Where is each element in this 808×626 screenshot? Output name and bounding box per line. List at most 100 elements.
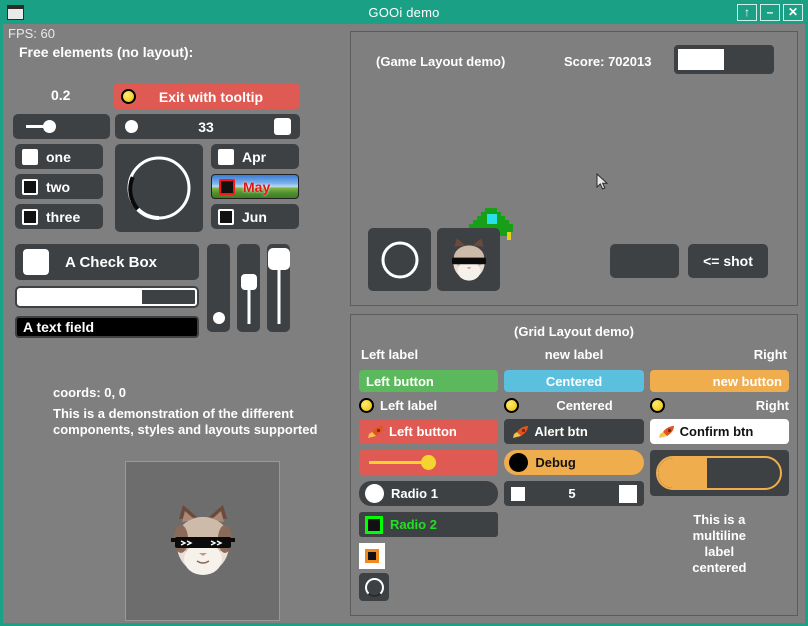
checkbox-icon[interactable] [23, 249, 49, 275]
rocket-icon [513, 425, 529, 438]
monthbutton-label: Apr [242, 148, 267, 165]
bullet-label: Right [755, 398, 789, 413]
stepper-decrement-icon[interactable] [511, 486, 526, 501]
slider-knob[interactable] [43, 120, 56, 133]
grid-left-button[interactable]: Left button [359, 370, 499, 392]
checkbox-icon[interactable] [22, 208, 38, 225]
maximize-button[interactable]: ↑ [737, 3, 757, 21]
game-panel-title: (Game Layout demo) [376, 54, 506, 69]
spinner-value: 33 [198, 118, 214, 135]
toggle-track[interactable] [656, 456, 783, 490]
bullet-icon [121, 89, 136, 104]
grumpy-cat-sunglasses-image [170, 505, 235, 575]
circle-swatch-icon [364, 577, 384, 597]
grid-alert-button[interactable]: Alert btn [504, 419, 644, 444]
checkbox-icon[interactable] [218, 148, 234, 165]
grid-circle-swatch-button[interactable] [359, 573, 389, 601]
progress-track [17, 288, 197, 306]
free-elements-label: Free elements (no layout): [19, 44, 194, 60]
checkbox-icon[interactable] [219, 178, 235, 195]
grid-debug-toggle[interactable]: Debug [504, 450, 644, 475]
checkbox-icon[interactable] [22, 178, 38, 195]
grid-spacer-cell [504, 512, 643, 537]
vslider-handle[interactable] [212, 312, 225, 324]
a-check-box[interactable]: A Check Box [15, 244, 199, 280]
minimize-button[interactable]: – [760, 3, 780, 21]
grid-stepper[interactable]: 5 [504, 481, 644, 506]
exit-button-label: Exit with tooltip [158, 88, 264, 105]
grid-square-swatch-button[interactable] [359, 543, 385, 569]
stepper-value: 5 [568, 486, 576, 501]
game-progress-bar [674, 45, 774, 74]
vslider-handle[interactable] [240, 274, 257, 290]
circular-knob[interactable] [115, 144, 203, 232]
knob-arc-icon [127, 156, 191, 220]
vslider-2[interactable] [237, 244, 260, 332]
checkbutton-label: three [46, 208, 81, 225]
grid-rocket-left-button[interactable]: Left button [359, 419, 499, 444]
grid-radio-1-label: Radio 1 [391, 486, 438, 501]
description-label: This is a demonstration of the different… [53, 406, 318, 437]
bullet-label: Centered [556, 398, 613, 413]
mouse-cursor-icon [596, 173, 608, 190]
grid-radio-2[interactable]: Radio 2 [359, 512, 499, 537]
horizontal-slider[interactable] [13, 114, 110, 139]
checkbox-icon[interactable] [22, 148, 38, 165]
spinner-square-icon[interactable] [274, 118, 291, 135]
monthbutton-apr[interactable]: Apr [211, 144, 299, 169]
checkbutton-three[interactable]: three [15, 204, 103, 229]
grid-layout-panel: (Grid Layout demo) Left label new label … [350, 314, 798, 616]
vslider-handle[interactable] [267, 248, 290, 270]
monthbutton-may[interactable]: May [211, 174, 299, 199]
free-elements-pane: FPS: 60 Free elements (no layout): 0.2 E… [3, 24, 350, 623]
slider-knob[interactable] [421, 455, 437, 470]
grid-radio-2-label: Radio 2 [390, 517, 437, 532]
text-field[interactable]: A text field [15, 316, 199, 338]
bullet-icon [649, 398, 665, 413]
game-shot-button[interactable]: <= shot [688, 244, 768, 278]
grid-debug-label: Debug [535, 455, 576, 470]
checkbutton-two[interactable]: two [15, 174, 103, 199]
spinner-widget[interactable]: 33 [115, 114, 300, 139]
vslider-1[interactable] [207, 244, 230, 332]
value-label: 0.2 [51, 87, 71, 103]
bullet-icon [504, 398, 520, 413]
grid-radio-1[interactable]: Radio 1 [359, 481, 499, 506]
radio-icon[interactable] [365, 484, 384, 503]
monthbutton-jun[interactable]: Jun [211, 204, 299, 229]
monthbutton-label: May [243, 178, 271, 195]
vslider-3[interactable] [267, 244, 290, 332]
bullet-icon [359, 398, 374, 413]
game-slot-1[interactable] [368, 228, 431, 291]
stepper-increment-icon[interactable] [618, 484, 637, 503]
grid-confirm-button[interactable]: Confirm btn [649, 419, 789, 444]
close-button[interactable]: ✕ [783, 3, 803, 21]
game-slot-2[interactable] [437, 228, 500, 291]
game-progress-fill [678, 49, 724, 70]
grid-alert-label: Alert btn [534, 424, 588, 439]
progress-fill [19, 290, 143, 304]
exit-with-tooltip-button[interactable]: Exit with tooltip [113, 84, 300, 109]
grid-center-button[interactable]: Centered [504, 370, 644, 392]
grid-new-button[interactable]: new button [649, 370, 789, 392]
a-check-box-label: A Check Box [65, 253, 157, 271]
spinner-dot-icon[interactable] [125, 120, 138, 133]
window-body: FPS: 60 Free elements (no layout): 0.2 E… [3, 24, 805, 623]
image-frame [125, 461, 280, 621]
toggle-fill [658, 458, 708, 488]
checkbox-icon[interactable] [218, 208, 234, 225]
checkbutton-label: one [46, 148, 71, 165]
grid-slider[interactable] [359, 450, 499, 475]
title-bar[interactable]: GOOi demo ↑ – ✕ [0, 0, 808, 24]
grid-spacer-cell-2 [504, 543, 643, 601]
fps-counter: FPS: 60 [8, 26, 55, 41]
grid-big-toggle[interactable] [649, 450, 789, 496]
grid-confirm-label: Confirm btn [679, 424, 754, 439]
checkbutton-one[interactable]: one [15, 144, 103, 169]
grid-bullet-row-left: Left label [359, 398, 498, 413]
game-empty-button[interactable] [610, 244, 679, 278]
radio-icon[interactable] [365, 515, 383, 534]
game-score-label: Score: 702013 [564, 54, 652, 69]
window-icon [7, 4, 24, 20]
coords-label: coords: 0, 0 [53, 385, 126, 400]
